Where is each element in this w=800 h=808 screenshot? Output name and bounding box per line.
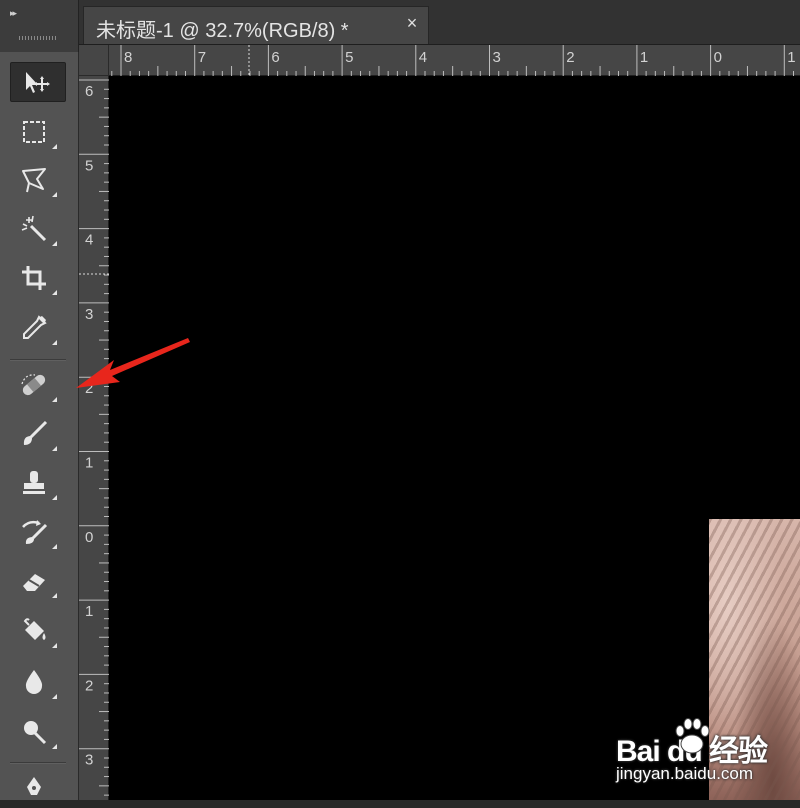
panel-grip[interactable] bbox=[19, 36, 57, 40]
ruler-label: 2 bbox=[85, 677, 93, 694]
flyout-indicator bbox=[52, 694, 57, 699]
ruler-label: 1 bbox=[85, 603, 93, 620]
crop-icon bbox=[22, 266, 46, 290]
tool-separator bbox=[10, 762, 66, 764]
paint-bucket-icon bbox=[23, 618, 46, 640]
ruler-label: 5 bbox=[85, 157, 93, 174]
ruler-label: 5 bbox=[345, 49, 353, 66]
document-tab-bar: 未标题-1 @ 32.7%(RGB/8) * × bbox=[79, 0, 800, 45]
pen-icon bbox=[27, 777, 41, 795]
brush-icon bbox=[23, 420, 48, 445]
ruler-origin-corner[interactable] bbox=[79, 45, 109, 76]
eraser-tool[interactable] bbox=[10, 561, 66, 601]
history-brush-tool[interactable] bbox=[10, 512, 66, 552]
clone-stamp-tool[interactable] bbox=[10, 463, 66, 503]
eyedropper-icon bbox=[23, 315, 47, 339]
collapse-panel-button[interactable]: ▸▸ bbox=[10, 8, 30, 18]
flyout-indicator bbox=[52, 446, 57, 451]
blur-tool[interactable] bbox=[10, 662, 66, 702]
flyout-indicator bbox=[52, 241, 57, 246]
polygonal-lasso-icon bbox=[22, 168, 46, 193]
dodge-tool[interactable] bbox=[10, 712, 66, 752]
ruler-label: 3 bbox=[493, 49, 501, 66]
ruler-label: 3 bbox=[85, 752, 93, 769]
flyout-indicator bbox=[52, 290, 57, 295]
ruler-label: 6 bbox=[271, 49, 279, 66]
rectangular-marquee-tool[interactable] bbox=[10, 112, 66, 152]
drop-icon bbox=[25, 670, 43, 694]
eraser-icon bbox=[23, 574, 45, 591]
flyout-indicator bbox=[52, 593, 57, 598]
ruler-label: 7 bbox=[198, 49, 206, 66]
annotation-arrow bbox=[76, 338, 190, 388]
flyout-indicator bbox=[52, 340, 57, 345]
crop-tool[interactable] bbox=[10, 258, 66, 298]
magic-wand-tool[interactable] bbox=[10, 209, 66, 249]
ruler-label: 4 bbox=[85, 232, 93, 249]
flyout-indicator bbox=[52, 144, 57, 149]
watermark-site: jingyan.baidu.com bbox=[616, 764, 754, 783]
stamp-icon bbox=[23, 471, 45, 494]
paint-bucket-tool[interactable] bbox=[10, 611, 66, 651]
document-tab-title: 未标题-1 @ 32.7%(RGB/8) * bbox=[96, 20, 349, 42]
move-tool[interactable] bbox=[10, 62, 66, 102]
vertical-ruler-scale: 6543210123 bbox=[79, 79, 109, 796]
ruler-label: 1 bbox=[85, 455, 93, 472]
flyout-indicator bbox=[52, 643, 57, 648]
flyout-indicator bbox=[52, 495, 57, 500]
close-tab-button[interactable]: × bbox=[402, 13, 422, 33]
paw-logo-icon bbox=[675, 718, 710, 754]
spot-healing-brush-tool[interactable] bbox=[10, 365, 66, 405]
tools-panel bbox=[0, 52, 79, 800]
brush-tool[interactable] bbox=[10, 414, 66, 454]
bandage-icon bbox=[21, 374, 46, 396]
ruler-label: 0 bbox=[85, 529, 93, 546]
flyout-indicator bbox=[52, 192, 57, 197]
ruler-label: 3 bbox=[85, 306, 93, 323]
vertical-ruler[interactable]: 6543210123 bbox=[79, 76, 109, 800]
watermark: Bai du 经验 jingyan.baidu.com bbox=[612, 712, 800, 800]
tool-separator bbox=[10, 359, 66, 361]
flyout-indicator bbox=[52, 397, 57, 402]
document-canvas[interactable] bbox=[109, 76, 800, 800]
marquee-icon bbox=[23, 121, 45, 143]
flyout-indicator bbox=[52, 744, 57, 749]
ruler-label: 4 bbox=[419, 49, 427, 66]
horizontal-ruler[interactable]: 8 7 6 5 4 3 2 1 0 1 bbox=[109, 45, 800, 76]
move-icon bbox=[26, 72, 50, 93]
flyout-indicator bbox=[52, 544, 57, 549]
eyedropper-tool[interactable] bbox=[10, 308, 66, 348]
lasso-tool[interactable] bbox=[10, 160, 66, 200]
ruler-label: 2 bbox=[566, 49, 574, 66]
pen-tool[interactable] bbox=[10, 768, 66, 808]
ruler-label: 8 bbox=[124, 49, 132, 66]
ruler-label: 0 bbox=[714, 49, 722, 66]
horizontal-ruler-scale: 8 7 6 5 4 3 2 1 0 1 bbox=[111, 45, 796, 76]
dodge-icon bbox=[24, 721, 47, 745]
magic-wand-icon bbox=[21, 215, 47, 242]
ruler-label: 1 bbox=[787, 49, 795, 66]
document-tab[interactable]: 未标题-1 @ 32.7%(RGB/8) * × bbox=[83, 6, 429, 44]
ruler-label: 6 bbox=[85, 83, 93, 100]
ruler-label: 1 bbox=[640, 49, 648, 66]
history-brush-icon bbox=[22, 520, 48, 544]
toolbar-header: ▸▸ bbox=[0, 0, 79, 52]
